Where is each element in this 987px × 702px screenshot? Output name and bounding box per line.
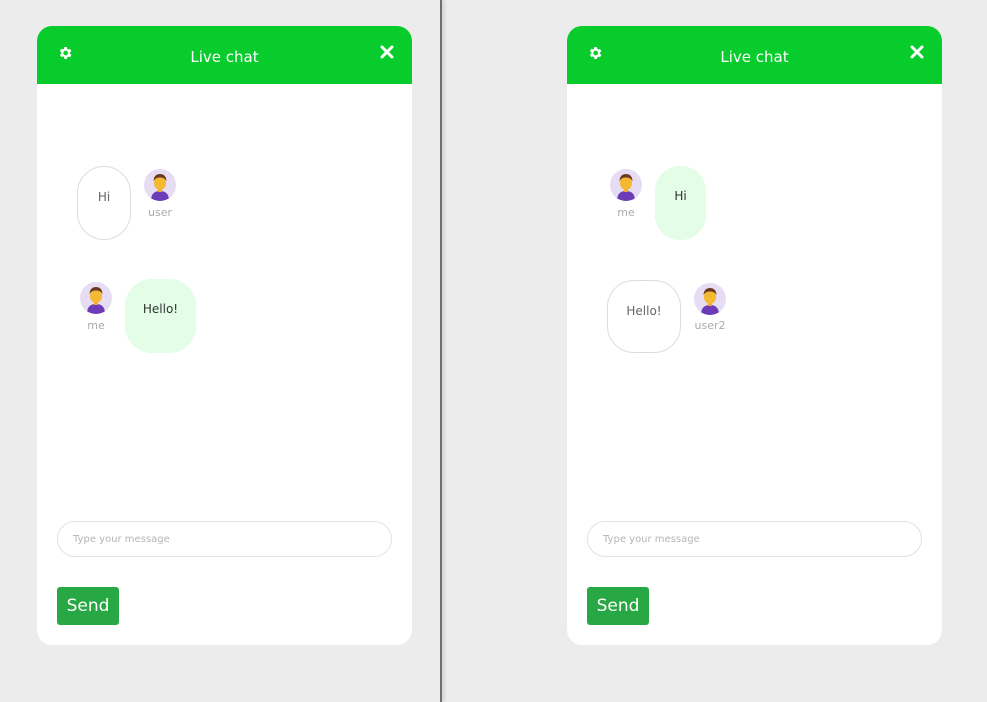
person-avatar-icon (701, 288, 719, 315)
avatar (694, 283, 726, 315)
chat-window: Live chat Hi user me Hello! Type your me… (37, 26, 412, 645)
left-pane: Live chat Hi user me Hello! Type your me… (0, 0, 440, 702)
sender-name: user2 (694, 319, 726, 332)
chat-title: Live chat (190, 48, 259, 66)
send-button[interactable]: Send (57, 587, 119, 625)
sender-name: me (87, 319, 105, 332)
right-pane: Live chat me Hi Hello! user2 Type your m… (442, 0, 987, 702)
message-bubble-sent: Hi (655, 166, 706, 240)
message-bubble-received: Hello! (607, 280, 681, 353)
sender-name: user (148, 206, 172, 219)
chat-window: Live chat me Hi Hello! user2 Type your m… (567, 26, 942, 645)
message-input[interactable] (57, 521, 392, 557)
chat-header: Live chat (567, 26, 942, 84)
avatar (80, 282, 112, 314)
message-bubble-sent: Hello! (125, 279, 196, 353)
message-text: Hello! (142, 302, 179, 316)
message-text: Hi (674, 189, 687, 203)
message-bubble-received: Hi (77, 166, 131, 240)
message-text: Hello! (626, 304, 662, 318)
person-avatar-icon (151, 174, 169, 201)
avatar (144, 169, 176, 201)
sender-name: me (617, 206, 635, 219)
chat-title: Live chat (720, 48, 789, 66)
message-text: Hi (97, 190, 111, 204)
chat-header: Live chat (37, 26, 412, 84)
person-avatar-icon (617, 174, 635, 201)
send-button[interactable]: Send (587, 587, 649, 625)
close-icon[interactable] (910, 45, 924, 59)
close-icon[interactable] (380, 45, 394, 59)
avatar (610, 169, 642, 201)
message-input[interactable] (587, 521, 922, 557)
person-avatar-icon (87, 287, 105, 314)
